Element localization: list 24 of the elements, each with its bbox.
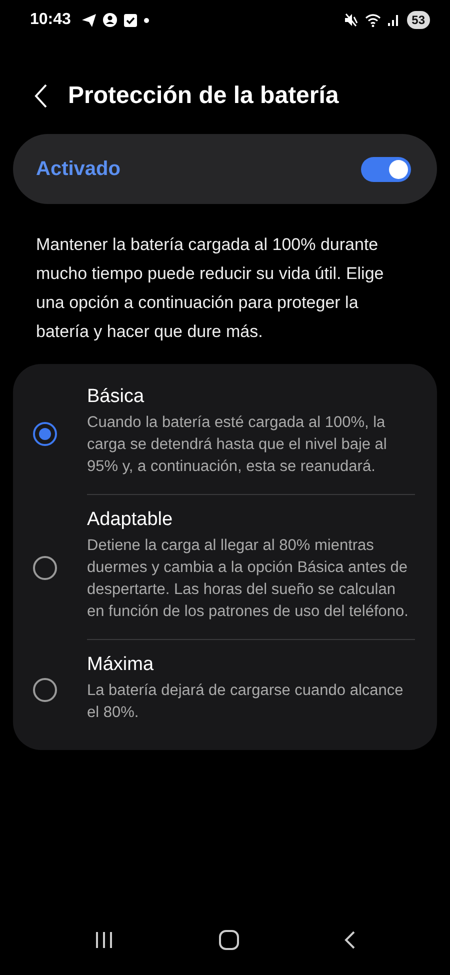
signal-icon <box>388 14 400 26</box>
back-icon[interactable] <box>344 930 356 950</box>
dot-icon <box>144 18 149 22</box>
toggle-switch[interactable] <box>361 156 411 182</box>
battery-level: 53 <box>406 11 430 29</box>
radio-button[interactable] <box>33 422 57 446</box>
page-title: Protección de la batería <box>68 82 339 110</box>
description-text: Mantener la batería cargada al 100% durante mucho tiempo puede reducir su vida útil. Elige una opción a continuación para proteger la batería y hacer que dure más. <box>36 234 385 343</box>
checkbox-icon <box>124 14 137 26</box>
radio-button[interactable] <box>33 556 57 580</box>
send-icon <box>82 14 96 26</box>
mute-icon <box>344 13 358 27</box>
option-title: Adaptable <box>87 509 174 531</box>
option-description: Cuando la batería esté cargada al 100%, la carga se detendrá hasta que el nivel baje al 95% y, a continuación, esta se reanudará. <box>87 413 388 477</box>
wifi-icon <box>364 14 381 26</box>
account-icon <box>102 13 117 27</box>
recent-apps-icon[interactable] <box>94 931 114 949</box>
radio-button[interactable] <box>33 678 57 702</box>
switch-label: Activado <box>36 158 120 180</box>
option-title: Básica <box>87 386 146 408</box>
status-time: 10:43 <box>30 11 71 29</box>
option-description: La batería dejará de cargarse cuando alcance el 80%. <box>87 681 404 723</box>
option-description: Detiene la carga al llegar al 80% mientras duermes y cambia a la opción Básica antes de despertarte. Las horas del sueño se calculan en función de los patrones de uso del teléfono. <box>87 536 410 622</box>
option-title: Máxima <box>87 654 155 676</box>
